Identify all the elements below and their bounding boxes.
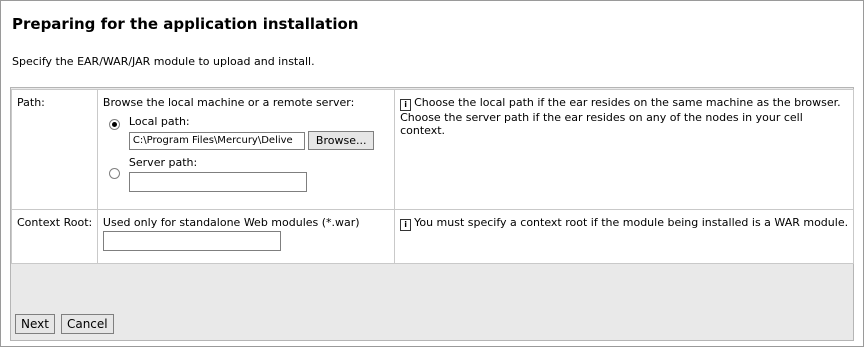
page-subtitle: Specify the EAR/WAR/JAR module to upload… [12,55,315,68]
path-help-text: Choose the local path if the ear resides… [400,96,841,137]
browse-button[interactable]: Browse... [307,131,375,150]
wizard-footer: Next Cancel [15,314,114,334]
path-help-cell: i Choose the local path if the ear reside… [394,89,854,210]
server-path-radio[interactable] [108,168,120,179]
context-root-label: Context Root: [11,209,98,264]
next-button[interactable]: Next [15,314,55,334]
local-path-label: Local path: [128,115,190,128]
info-icon: i [400,219,412,231]
path-options-cell: Browse the local machine or a remote ser… [96,89,396,210]
path-label: Path: [11,89,98,210]
context-root-description: Used only for standalone Web modules (*.… [102,216,360,229]
local-path-input[interactable] [128,131,305,150]
server-path-input[interactable] [128,172,307,192]
server-path-label: Server path: [128,156,198,169]
context-help-text: You must specify a context root if the m… [414,216,849,229]
context-root-row: Context Root: Used only for standalone W… [11,209,854,264]
local-path-option: Local path: Browse... [108,115,390,150]
local-path-radio[interactable] [108,119,120,130]
install-wizard-frame: Preparing for the application installati… [0,0,864,347]
install-form-table: Path: Browse the local machine or a remo… [11,89,854,264]
page-title: Preparing for the application installati… [12,15,359,33]
info-icon: i [400,99,412,111]
context-help-cell: i You must specify a context root if the … [394,209,854,264]
server-path-option: Server path: [108,156,390,192]
browse-instruction: Browse the local machine or a remote ser… [102,96,355,109]
path-row: Path: Browse the local machine or a remo… [11,89,854,210]
context-root-input[interactable] [102,231,281,251]
context-root-cell: Used only for standalone Web modules (*.… [96,209,396,264]
cancel-button[interactable]: Cancel [60,314,114,334]
